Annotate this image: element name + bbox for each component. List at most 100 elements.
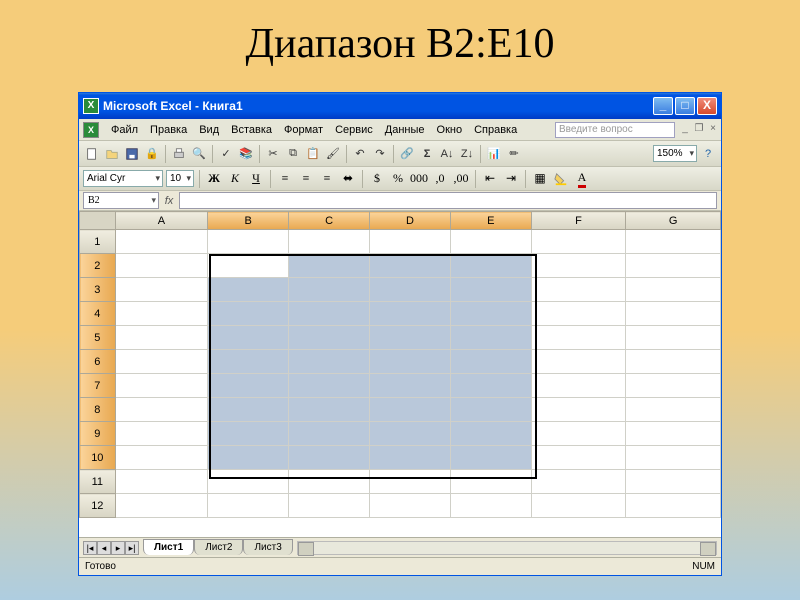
cell-F2[interactable] bbox=[531, 254, 626, 278]
menu-insert[interactable]: Вставка bbox=[225, 122, 278, 138]
row-header-7[interactable]: 7 bbox=[80, 374, 116, 398]
cell-F10[interactable] bbox=[531, 446, 626, 470]
cell-G5[interactable] bbox=[626, 326, 721, 350]
col-header-G[interactable]: G bbox=[626, 212, 721, 230]
col-header-E[interactable]: E bbox=[450, 212, 531, 230]
cell-A9[interactable] bbox=[115, 422, 208, 446]
cell-B12[interactable] bbox=[208, 494, 289, 518]
cell-D10[interactable] bbox=[370, 446, 451, 470]
preview-icon[interactable]: 🔍 bbox=[190, 145, 208, 163]
cell-B10[interactable] bbox=[208, 446, 289, 470]
minimize-button[interactable]: _ bbox=[653, 97, 673, 115]
help-icon[interactable]: ? bbox=[699, 145, 717, 163]
cell-E5[interactable] bbox=[450, 326, 531, 350]
help-search-input[interactable]: Введите вопрос bbox=[555, 122, 675, 138]
cell-A10[interactable] bbox=[115, 446, 208, 470]
cell-E8[interactable] bbox=[450, 398, 531, 422]
format-painter-icon[interactable]: 🖌 bbox=[324, 145, 342, 163]
cell-C12[interactable] bbox=[289, 494, 370, 518]
cell-E9[interactable] bbox=[450, 422, 531, 446]
cell-E1[interactable] bbox=[450, 230, 531, 254]
name-box[interactable]: B2 bbox=[83, 192, 159, 209]
cell-B9[interactable] bbox=[208, 422, 289, 446]
cell-B8[interactable] bbox=[208, 398, 289, 422]
open-icon[interactable] bbox=[103, 145, 121, 163]
cell-D7[interactable] bbox=[370, 374, 451, 398]
cell-F9[interactable] bbox=[531, 422, 626, 446]
horizontal-scrollbar[interactable] bbox=[297, 541, 717, 555]
row-header-1[interactable]: 1 bbox=[80, 230, 116, 254]
cell-D11[interactable] bbox=[370, 470, 451, 494]
cell-G7[interactable] bbox=[626, 374, 721, 398]
font-color-icon[interactable]: A bbox=[573, 170, 591, 188]
cell-C4[interactable] bbox=[289, 302, 370, 326]
menu-view[interactable]: Вид bbox=[193, 122, 225, 138]
cell-F6[interactable] bbox=[531, 350, 626, 374]
sheet-tab-Лист1[interactable]: Лист1 bbox=[143, 539, 194, 555]
row-header-9[interactable]: 9 bbox=[80, 422, 116, 446]
cell-B4[interactable] bbox=[208, 302, 289, 326]
cell-A3[interactable] bbox=[115, 278, 208, 302]
italic-button[interactable]: К bbox=[226, 170, 244, 188]
size-combo[interactable]: 10 bbox=[166, 170, 194, 187]
cell-F12[interactable] bbox=[531, 494, 626, 518]
cell-A1[interactable] bbox=[115, 230, 208, 254]
cell-B7[interactable] bbox=[208, 374, 289, 398]
cell-D6[interactable] bbox=[370, 350, 451, 374]
cell-C9[interactable] bbox=[289, 422, 370, 446]
close-button[interactable]: X bbox=[697, 97, 717, 115]
tab-nav-last[interactable]: ▸| bbox=[125, 541, 139, 555]
paste-icon[interactable]: 📋 bbox=[304, 145, 322, 163]
cell-F8[interactable] bbox=[531, 398, 626, 422]
underline-button[interactable]: Ч bbox=[247, 170, 265, 188]
merge-icon[interactable]: ⬌ bbox=[339, 170, 357, 188]
copy-icon[interactable]: ⧉ bbox=[284, 145, 302, 163]
maximize-button[interactable]: □ bbox=[675, 97, 695, 115]
cell-B6[interactable] bbox=[208, 350, 289, 374]
cell-E12[interactable] bbox=[450, 494, 531, 518]
percent-icon[interactable]: % bbox=[389, 170, 407, 188]
cell-C8[interactable] bbox=[289, 398, 370, 422]
row-header-4[interactable]: 4 bbox=[80, 302, 116, 326]
menu-tools[interactable]: Сервис bbox=[329, 122, 379, 138]
currency-icon[interactable]: $ bbox=[368, 170, 386, 188]
row-header-10[interactable]: 10 bbox=[80, 446, 116, 470]
cell-B11[interactable] bbox=[208, 470, 289, 494]
cell-E3[interactable] bbox=[450, 278, 531, 302]
cell-F1[interactable] bbox=[531, 230, 626, 254]
cell-E4[interactable] bbox=[450, 302, 531, 326]
cell-G12[interactable] bbox=[626, 494, 721, 518]
cell-B2[interactable] bbox=[208, 254, 289, 278]
cut-icon[interactable]: ✂ bbox=[264, 145, 282, 163]
cell-D1[interactable] bbox=[370, 230, 451, 254]
cell-C5[interactable] bbox=[289, 326, 370, 350]
sort-desc-icon[interactable]: Z↓ bbox=[458, 145, 476, 163]
drawing-icon[interactable]: ✏ bbox=[505, 145, 523, 163]
cell-E10[interactable] bbox=[450, 446, 531, 470]
cell-E2[interactable] bbox=[450, 254, 531, 278]
cell-F4[interactable] bbox=[531, 302, 626, 326]
comma-icon[interactable]: 000 bbox=[410, 170, 428, 188]
menu-help[interactable]: Справка bbox=[468, 122, 523, 138]
cell-D4[interactable] bbox=[370, 302, 451, 326]
menu-edit[interactable]: Правка bbox=[144, 122, 193, 138]
select-all-corner[interactable] bbox=[80, 212, 116, 230]
zoom-combo[interactable]: 150% bbox=[653, 145, 697, 162]
dec-decimal-icon[interactable]: ,00 bbox=[452, 170, 470, 188]
save-icon[interactable] bbox=[123, 145, 141, 163]
undo-icon[interactable]: ↶ bbox=[351, 145, 369, 163]
col-header-F[interactable]: F bbox=[531, 212, 626, 230]
cell-D3[interactable] bbox=[370, 278, 451, 302]
redo-icon[interactable]: ↷ bbox=[371, 145, 389, 163]
cell-G8[interactable] bbox=[626, 398, 721, 422]
cell-G11[interactable] bbox=[626, 470, 721, 494]
permission-icon[interactable]: 🔒 bbox=[143, 145, 161, 163]
tab-nav-first[interactable]: |◂ bbox=[83, 541, 97, 555]
cell-D8[interactable] bbox=[370, 398, 451, 422]
doc-icon[interactable] bbox=[83, 122, 99, 138]
spell-icon[interactable]: ✓ bbox=[217, 145, 235, 163]
row-header-11[interactable]: 11 bbox=[80, 470, 116, 494]
doc-minimize-button[interactable]: _ bbox=[679, 124, 691, 136]
cell-G9[interactable] bbox=[626, 422, 721, 446]
cell-B5[interactable] bbox=[208, 326, 289, 350]
